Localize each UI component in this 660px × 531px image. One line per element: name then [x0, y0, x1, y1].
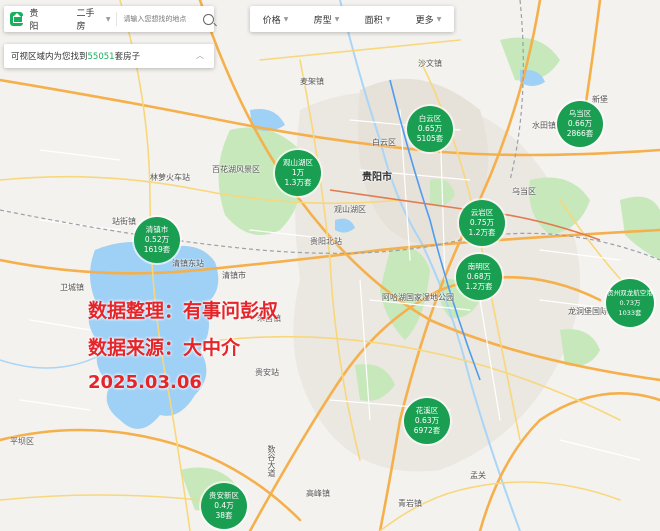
district-bubble-guian[interactable]: 贵安新区 0.4万 38套: [201, 483, 247, 529]
district-name: 清镇市: [145, 225, 169, 234]
district-price: 0.73万: [619, 299, 641, 307]
district-price: 0.66万: [567, 119, 593, 128]
filter-label: 房型: [313, 15, 332, 26]
watermark-line: 2025.03.06: [88, 372, 202, 393]
district-price: 1万: [291, 168, 305, 177]
city-selector[interactable]: 贵阳: [29, 6, 46, 32]
listing-type-label: 二手房: [76, 9, 95, 32]
chevron-down-icon: ▼: [283, 15, 289, 23]
district-count: 38套: [215, 511, 233, 520]
map-label: 贵安站: [255, 368, 279, 377]
district-name: 南明区: [467, 262, 491, 271]
district-count: 1.3万套: [284, 178, 312, 187]
listing-type-dropdown[interactable]: 二手房 ▼: [77, 6, 111, 32]
filter-price[interactable]: 价格 ▼: [250, 13, 301, 26]
map-label: 卫城镇: [60, 283, 84, 292]
map-canvas[interactable]: [0, 0, 660, 531]
search-input[interactable]: [123, 15, 196, 23]
filter-area[interactable]: 面积 ▼: [352, 13, 403, 26]
district-name: 云岩区: [470, 208, 494, 217]
divider: [116, 12, 118, 26]
district-count: 1.2万套: [468, 228, 496, 237]
map-label: 乌当区: [512, 187, 536, 196]
district-count: 1033套: [618, 309, 642, 317]
filter-bar: 价格 ▼ 房型 ▼ 面积 ▼ 更多 ▼: [250, 6, 454, 32]
map-label: 白云区: [372, 138, 396, 147]
search-bar: 贵阳 二手房 ▼: [4, 6, 215, 32]
district-bubble-nanming[interactable]: 南明区 0.68万 1.2万套: [456, 254, 502, 300]
district-name: 观山湖区: [283, 158, 313, 167]
district-price: 0.52万: [144, 235, 170, 244]
map-label: 平坝区: [10, 437, 34, 446]
home-logo-icon[interactable]: [10, 12, 24, 26]
filter-label: 价格: [262, 15, 281, 26]
map-label: 孟关: [470, 471, 486, 480]
result-suffix: 套房子: [114, 52, 141, 62]
district-count: 2866套: [566, 129, 594, 138]
map-label: 水田镇: [532, 121, 556, 130]
district-bubble-wudang[interactable]: 乌当区 0.66万 2866套: [557, 101, 603, 147]
result-summary: 可视区域内为您找到55051套房子 ︿: [4, 44, 214, 68]
map-label: 百花湖风景区: [212, 165, 260, 174]
map-label: 高峰镇: [306, 489, 330, 498]
district-count: 1.2万套: [465, 282, 493, 291]
map-label: 青岩镇: [398, 499, 422, 508]
district-count: 5105套: [416, 134, 444, 143]
district-name: 贵安新区: [209, 491, 239, 500]
district-name: 乌当区: [568, 109, 592, 118]
district-bubble-qingzhen[interactable]: 清镇市 0.52万 1619套: [134, 217, 180, 263]
map-label: 清镇东站: [172, 259, 204, 268]
map-label: 站街镇: [112, 217, 136, 226]
chevron-down-icon: ▼: [436, 15, 442, 23]
result-text: 可视区域内为您找到55051套房子: [11, 50, 140, 62]
map-label: 沙文镇: [418, 59, 442, 68]
map-label: 观山湖区: [334, 205, 366, 214]
map-label: 阿哈湖国家湿地公园: [382, 293, 454, 302]
filter-more[interactable]: 更多 ▼: [403, 13, 454, 26]
district-bubble-baiyun[interactable]: 白云区 0.65万 5105套: [407, 106, 453, 152]
district-price: 0.4万: [214, 501, 234, 510]
filter-label: 更多: [415, 15, 434, 26]
chevron-up-icon[interactable]: ︿: [196, 50, 204, 61]
map-label: 数谷大道: [267, 445, 276, 477]
district-name: 白云区: [418, 114, 442, 123]
district-count: 6972套: [413, 426, 441, 435]
district-bubble-yunyan[interactable]: 云岩区 0.75万 1.2万套: [459, 200, 505, 246]
result-prefix: 可视区域内为您找到: [11, 52, 88, 62]
watermark-line: 数据整理：有事问彭叔: [88, 300, 279, 322]
district-name: 贵州双龙航空港: [607, 289, 653, 297]
map-label: 清镇市: [222, 271, 246, 280]
district-count: 1619套: [143, 245, 171, 254]
map-label: 贵阳北站: [310, 237, 342, 246]
map-label: 贵阳市: [362, 172, 392, 183]
district-price: 0.63万: [414, 416, 440, 425]
map-label: 麦架镇: [300, 77, 324, 86]
chevron-down-icon: ▼: [385, 15, 391, 23]
watermark-line: 数据来源：大中介: [88, 337, 241, 359]
filter-room-type[interactable]: 房型 ▼: [301, 13, 352, 26]
district-bubble-shuanglong[interactable]: 贵州双龙航空港 0.73万 1033套: [606, 279, 654, 327]
map-label: 林萝火车站: [150, 173, 190, 182]
chevron-down-icon: ▼: [105, 15, 111, 23]
filter-label: 面积: [364, 15, 383, 26]
district-name: 花溪区: [415, 406, 439, 415]
map-label: 新堡: [592, 95, 608, 104]
chevron-down-icon: ▼: [334, 15, 340, 23]
result-count: 55051: [87, 52, 115, 62]
district-bubble-guanshanhu[interactable]: 观山湖区 1万 1.3万套: [275, 150, 321, 196]
district-price: 0.68万: [466, 272, 492, 281]
search-icon[interactable]: [203, 13, 215, 25]
district-bubble-huaxi[interactable]: 花溪区 0.63万 6972套: [404, 398, 450, 444]
district-price: 0.75万: [469, 218, 495, 227]
district-price: 0.65万: [417, 124, 443, 133]
